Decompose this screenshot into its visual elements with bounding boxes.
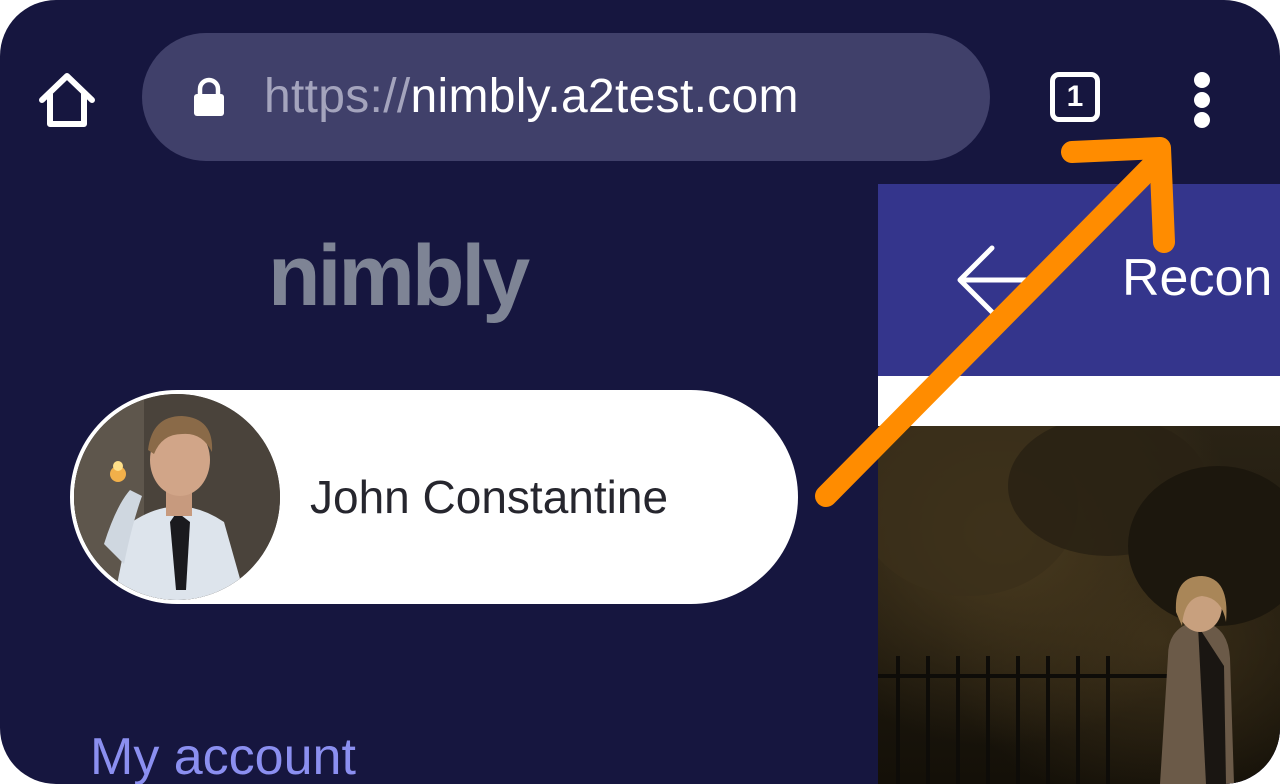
avatar bbox=[74, 394, 280, 600]
profile-card[interactable]: John Constantine bbox=[70, 390, 798, 604]
app-window: https://nimbly.a2test.com 1 nimbly John … bbox=[0, 0, 1280, 784]
profile-name: John Constantine bbox=[310, 471, 669, 523]
address-bar[interactable]: https://nimbly.a2test.com bbox=[142, 33, 990, 161]
arrow-back-icon[interactable] bbox=[956, 240, 1036, 320]
home-button[interactable] bbox=[34, 70, 100, 130]
url-host: nimbly.a2test.com bbox=[410, 70, 799, 123]
menu-item-my-account[interactable]: My account bbox=[90, 724, 356, 784]
panel-header: Recon bbox=[878, 184, 1280, 376]
browser-menu-button[interactable] bbox=[1180, 70, 1226, 130]
app-logo: nimbly bbox=[268, 228, 530, 324]
tab-switcher-icon: 1 bbox=[1050, 72, 1100, 122]
content-panel: Recon bbox=[878, 184, 1280, 784]
tab-count: 1 bbox=[1066, 80, 1084, 113]
panel-title: Recon bbox=[1122, 249, 1273, 307]
lock-icon bbox=[194, 77, 224, 116]
hero-image bbox=[878, 426, 1280, 784]
url-scheme: https:// bbox=[264, 70, 411, 123]
home-icon bbox=[39, 73, 95, 127]
panel-divider bbox=[878, 376, 1280, 426]
tab-switcher-button[interactable]: 1 bbox=[1048, 70, 1108, 128]
url-text: https://nimbly.a2test.com bbox=[264, 67, 799, 127]
